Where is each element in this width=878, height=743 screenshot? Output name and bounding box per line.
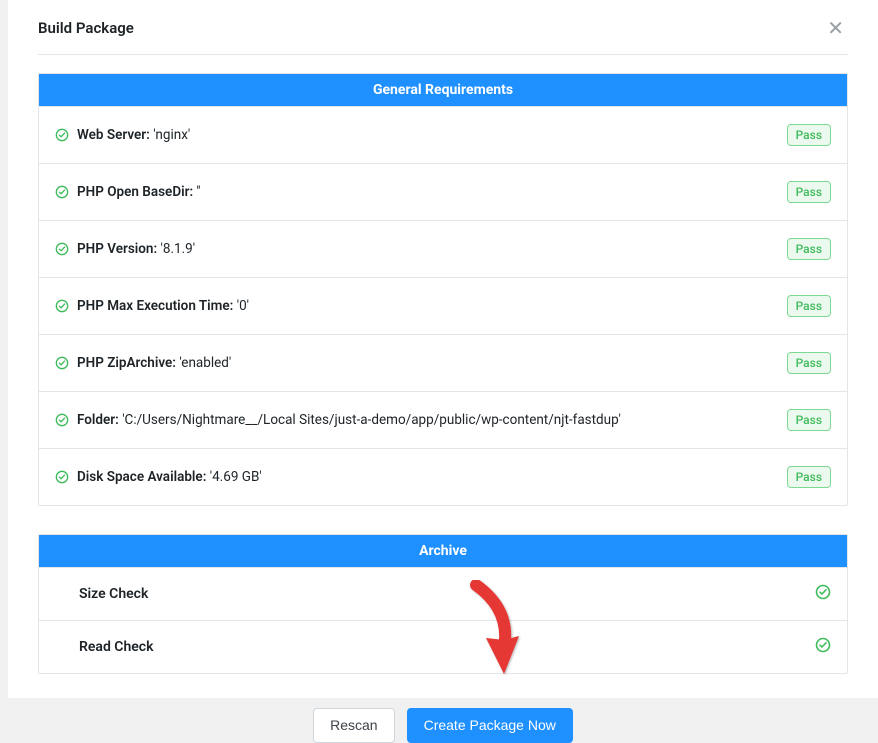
modal-header: Build Package ✕ [38, 10, 848, 55]
status-badge: Pass [787, 466, 831, 488]
requirement-row[interactable]: PHP Version: '8.1.9' Pass [39, 221, 847, 278]
general-requirements-section: General Requirements Web Server: 'nginx'… [38, 73, 848, 506]
modal-footer: Rescan Create Package Now [38, 702, 848, 743]
check-circle-icon [55, 356, 69, 370]
status-badge: Pass [787, 124, 831, 146]
check-circle-icon [55, 470, 69, 484]
check-circle-icon [815, 637, 831, 657]
check-circle-icon [815, 584, 831, 604]
requirement-text: PHP Version: '8.1.9' [77, 241, 195, 257]
requirement-row[interactable]: PHP ZipArchive: 'enabled' Pass [39, 335, 847, 392]
requirement-text: Folder: 'C:/Users/Nightmare__/Local Site… [77, 412, 621, 428]
archive-section: Archive Size Check Read Check [38, 534, 848, 674]
requirement-text: PHP ZipArchive: 'enabled' [77, 355, 231, 371]
archive-header: Archive [39, 535, 847, 568]
check-circle-icon [55, 413, 69, 427]
requirement-left: PHP ZipArchive: 'enabled' [55, 355, 787, 371]
check-circle-icon [55, 242, 69, 256]
requirement-left: Disk Space Available: '4.69 GB' [55, 469, 787, 485]
general-requirements-header: General Requirements [39, 74, 847, 107]
rescan-button[interactable]: Rescan [313, 708, 394, 743]
requirement-left: PHP Version: '8.1.9' [55, 241, 787, 257]
requirement-left: Web Server: 'nginx' [55, 127, 787, 143]
check-circle-icon [55, 185, 69, 199]
status-badge: Pass [787, 409, 831, 431]
requirement-row[interactable]: Web Server: 'nginx' Pass [39, 107, 847, 164]
requirement-left: Folder: 'C:/Users/Nightmare__/Local Site… [55, 412, 787, 428]
requirement-text: PHP Open BaseDir: '' [77, 184, 201, 200]
status-badge: Pass [787, 295, 831, 317]
requirement-text: PHP Max Execution Time: '0' [77, 298, 249, 314]
close-icon[interactable]: ✕ [823, 14, 848, 42]
requirement-row[interactable]: PHP Max Execution Time: '0' Pass [39, 278, 847, 335]
status-badge: Pass [787, 181, 831, 203]
requirement-left: PHP Open BaseDir: '' [55, 184, 787, 200]
check-circle-icon [55, 299, 69, 313]
status-badge: Pass [787, 238, 831, 260]
archive-label: Size Check [79, 586, 148, 602]
status-badge: Pass [787, 352, 831, 374]
requirement-left: PHP Max Execution Time: '0' [55, 298, 787, 314]
create-package-button[interactable]: Create Package Now [407, 708, 573, 743]
check-circle-icon [55, 128, 69, 142]
modal-title: Build Package [38, 19, 134, 37]
requirement-row[interactable]: Folder: 'C:/Users/Nightmare__/Local Site… [39, 392, 847, 449]
requirement-row[interactable]: Disk Space Available: '4.69 GB' Pass [39, 449, 847, 505]
requirement-row[interactable]: PHP Open BaseDir: '' Pass [39, 164, 847, 221]
archive-label: Read Check [79, 639, 154, 655]
build-package-modal: Build Package ✕ General Requirements Web… [8, 0, 878, 698]
requirement-text: Web Server: 'nginx' [77, 127, 190, 143]
archive-row[interactable]: Size Check [39, 568, 847, 621]
requirement-text: Disk Space Available: '4.69 GB' [77, 469, 262, 485]
archive-row[interactable]: Read Check [39, 621, 847, 673]
